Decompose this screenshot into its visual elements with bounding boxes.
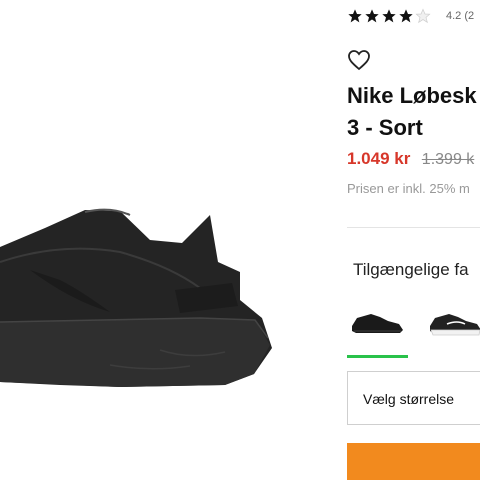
star-outline-icon <box>415 8 431 24</box>
star-icon <box>365 9 379 23</box>
black-white-shoe-icon <box>430 314 480 336</box>
add-to-cart-button[interactable] <box>347 443 480 480</box>
selected-swatch-indicator <box>347 355 408 358</box>
vat-note: Prisen er inkl. 25% m <box>347 181 470 196</box>
divider <box>347 227 480 228</box>
color-swatch-black[interactable] <box>347 300 407 342</box>
color-swatch-black-white[interactable] <box>425 300 480 342</box>
star-rating <box>347 8 431 24</box>
available-colors-heading: Tilgængelige fa <box>353 260 469 279</box>
heart-icon[interactable] <box>347 49 371 71</box>
price-row: 1.049 kr 1.399 k <box>347 149 474 169</box>
old-price: 1.399 k <box>421 151 475 168</box>
star-icon <box>382 9 396 23</box>
rating-text: 4.2 (2 <box>446 10 475 22</box>
product-image[interactable] <box>0 0 335 480</box>
product-title-line1: Nike Løbesk <box>347 83 477 108</box>
star-icon <box>348 9 362 23</box>
product-title-line2: 3 - Sort <box>347 115 423 140</box>
star-icon <box>399 9 413 23</box>
product-rating: 4.2 (2 <box>347 8 474 24</box>
current-price: 1.049 kr <box>347 149 411 168</box>
size-select-label: Vælg størrelse <box>363 391 455 407</box>
size-select[interactable]: Vælg størrelse <box>347 371 480 425</box>
black-shoe-icon <box>352 314 403 333</box>
product-info-panel: 4.2 (2 Nike Løbesk 3 - Sort 1.049 kr 1.3… <box>347 0 480 480</box>
product-title: Nike Løbesk 3 - Sort <box>347 80 480 144</box>
